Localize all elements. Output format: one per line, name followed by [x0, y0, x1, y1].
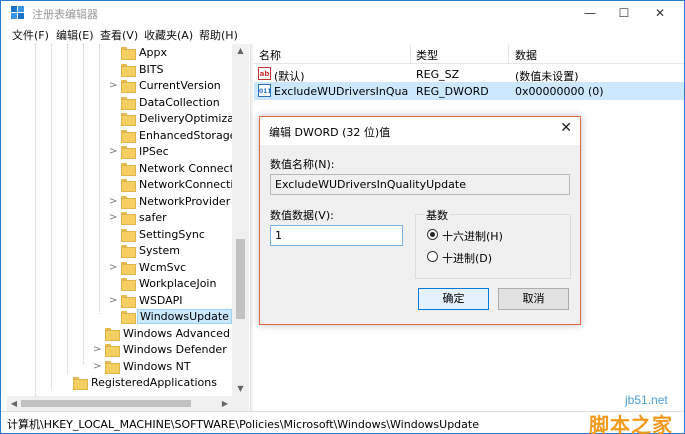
value-data: 0x00000000 (0) [515, 85, 604, 98]
value-name-label: 数值名称(N): [270, 158, 335, 171]
folder-icon [121, 179, 136, 192]
folder-icon [121, 295, 136, 308]
tree-guide-line [83, 44, 84, 364]
list-header: 名称 类型 数据 [254, 44, 684, 64]
cancel-button[interactable]: 取消 [498, 288, 569, 310]
menu-edit[interactable]: 编辑(E) [56, 27, 94, 43]
menu-bar: 文件(F) 编辑(E) 查看(V) 收藏夹(A) 帮助(H) [1, 25, 684, 43]
tree-guide-line [99, 44, 100, 314]
dialog-body: 数值名称(N): ExcludeWUDriversInQualityUpdate… [260, 145, 580, 324]
watermark-site: jb51.net [625, 393, 668, 407]
menu-file[interactable]: 文件(F) [12, 27, 49, 43]
menu-view[interactable]: 查看(V) [100, 27, 138, 43]
maximize-button[interactable]: ☐ [607, 1, 641, 25]
decimal-label[interactable]: 十进制(D) [442, 250, 492, 266]
registry-editor-icon [11, 6, 24, 19]
edit-dword-dialog: 编辑 DWORD (32 位)值 ✕ 数值名称(N): ExcludeWUDri… [259, 116, 581, 325]
base-groupbox [415, 214, 571, 279]
folder-icon [121, 64, 136, 77]
folder-icon [121, 163, 136, 176]
tree-vertical-scrollbar[interactable]: ▲ ▼ [232, 44, 249, 396]
title-bar: 注册表编辑器 — ☐ ✕ [1, 1, 684, 25]
tree-scroll-thumb[interactable] [236, 239, 245, 319]
folder-icon [121, 47, 136, 60]
folder-icon [121, 130, 136, 143]
scroll-down-arrow-icon[interactable]: ▼ [232, 382, 249, 396]
chevron-right-icon[interactable]: > [109, 212, 117, 224]
list-row-default[interactable]: ab (默认) REG_SZ (数值未设置) [254, 65, 684, 83]
watermark-brand: 脚本之家 [589, 413, 673, 434]
folder-icon [105, 328, 120, 341]
chevron-right-icon[interactable]: > [93, 361, 101, 373]
base-label: 基数 [424, 207, 450, 223]
scroll-left-arrow-icon[interactable]: ◀ [7, 396, 21, 411]
folder-icon [121, 311, 136, 324]
menu-favorites[interactable]: 收藏夹(A) [144, 27, 193, 43]
status-bar: 计算机\HKEY_LOCAL_MACHINE\SOFTWARE\Policies… [1, 411, 684, 433]
folder-icon [121, 212, 136, 225]
folder-icon [121, 113, 136, 126]
hex-label[interactable]: 十六进制(H) [442, 228, 503, 244]
value-data-input[interactable]: 1 [270, 225, 403, 246]
ok-button[interactable]: 确定 [418, 288, 489, 310]
dialog-title: 编辑 DWORD (32 位)值 [269, 126, 391, 139]
value-type: REG_DWORD [416, 85, 489, 98]
scroll-up-arrow-icon[interactable]: ▲ [232, 44, 249, 58]
pane-splitter[interactable] [250, 44, 253, 411]
chevron-right-icon[interactable]: > [109, 196, 117, 208]
folder-icon [121, 229, 136, 242]
folder-icon [121, 278, 136, 291]
folder-icon [121, 196, 136, 209]
column-separator[interactable] [508, 44, 509, 64]
registry-tree[interactable]: Appx BITS > CurrentVersion DataCollection… [7, 44, 249, 396]
folder-icon [121, 80, 136, 93]
tree-guide-line [35, 44, 36, 396]
folder-icon [121, 146, 136, 159]
folder-icon [121, 245, 136, 258]
list-row-excludewudrivers[interactable]: 011 ExcludeWUDriversInQualityUpdate REG_… [254, 82, 684, 100]
column-separator[interactable] [410, 44, 411, 64]
menu-help[interactable]: 帮助(H) [199, 27, 238, 43]
column-header-name[interactable]: 名称 [259, 47, 281, 63]
value-data-label: 数值数据(V): [270, 209, 334, 222]
chevron-right-icon[interactable]: > [109, 146, 117, 158]
value-type: REG_SZ [416, 68, 460, 81]
tree-guide-line [51, 44, 52, 389]
scroll-right-arrow-icon[interactable]: ▶ [218, 396, 232, 411]
window-title: 注册表编辑器 [32, 8, 98, 21]
minimize-button[interactable]: — [573, 1, 607, 25]
tree-horizontal-scrollbar[interactable]: ◀ ▶ [7, 396, 249, 411]
registry-path: 计算机\HKEY_LOCAL_MACHINE\SOFTWARE\Policies… [7, 418, 479, 431]
dialog-close-icon[interactable]: ✕ [560, 120, 572, 136]
folder-icon [105, 344, 120, 357]
chevron-right-icon[interactable]: > [109, 262, 117, 274]
folder-icon [121, 262, 136, 275]
chevron-right-icon[interactable]: > [93, 344, 101, 356]
column-header-type[interactable]: 类型 [416, 47, 438, 63]
string-value-icon: ab [258, 67, 271, 80]
value-name: ExcludeWUDriversInQualityUpdate [274, 85, 408, 98]
folder-icon [121, 97, 136, 110]
chevron-right-icon[interactable]: > [109, 80, 117, 92]
column-header-data[interactable]: 数据 [515, 47, 537, 63]
tree-hscroll-thumb[interactable] [21, 400, 191, 407]
decimal-radio[interactable] [427, 251, 438, 262]
folder-icon [105, 361, 120, 374]
binary-value-icon: 011 [258, 84, 272, 97]
hex-radio[interactable] [427, 229, 438, 240]
tree-guide-line [67, 44, 68, 374]
folder-icon [73, 377, 88, 390]
value-name-field: ExcludeWUDriversInQualityUpdate [270, 174, 570, 195]
close-button[interactable]: ✕ [643, 1, 677, 25]
chevron-right-icon[interactable]: > [109, 295, 117, 307]
